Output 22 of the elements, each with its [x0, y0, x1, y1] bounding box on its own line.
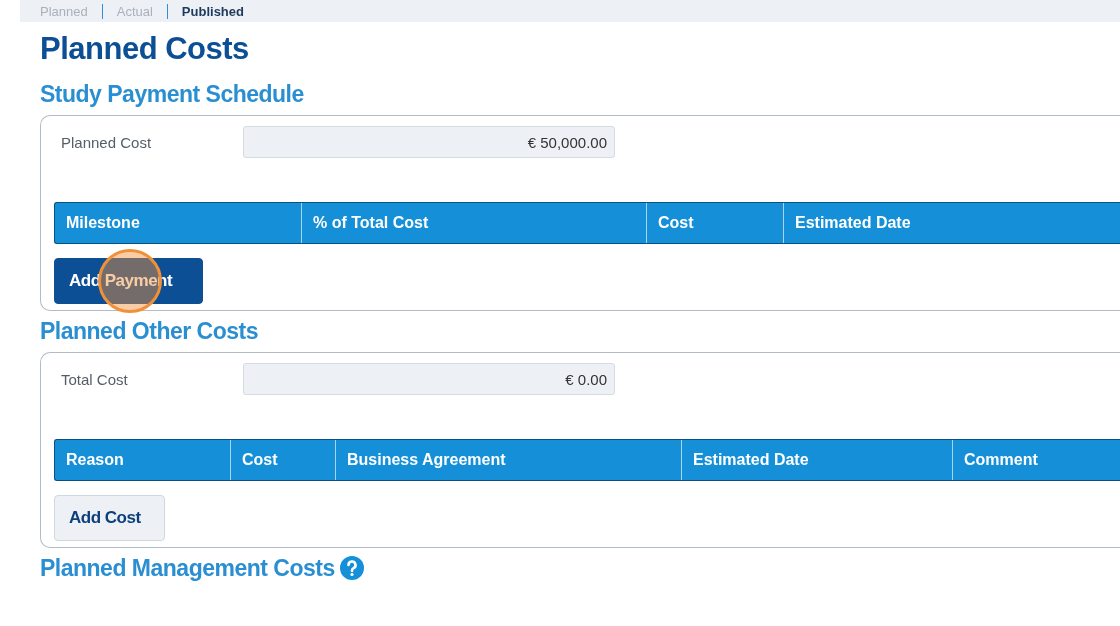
tab[interactable]: Planned: [40, 3, 102, 19]
column-header[interactable]: Milestone: [55, 203, 301, 243]
section-title: Planned Other Costs: [40, 317, 258, 346]
section-title: Planned Management Costs: [40, 554, 335, 583]
field-label: Total Cost: [61, 370, 129, 388]
field-label: Planned Cost: [61, 133, 153, 151]
page-title: Planned Costs: [40, 30, 250, 68]
column-header[interactable]: Comment: [952, 440, 1120, 480]
column-header[interactable]: Business Agreement: [335, 440, 681, 480]
tab[interactable]: Published: [166, 3, 258, 19]
tab[interactable]: Actual: [101, 3, 167, 19]
column-header[interactable]: Cost: [646, 203, 783, 243]
column-header[interactable]: Estimated Date: [681, 440, 952, 480]
help-icon[interactable]: [338, 555, 365, 581]
cost-field[interactable]: € 50,000.00: [243, 126, 615, 158]
add-button[interactable]: Add Cost: [54, 495, 165, 541]
column-header[interactable]: Reason: [55, 440, 230, 480]
column-header[interactable]: % of Total Cost: [301, 203, 646, 243]
cost-field[interactable]: € 0.00: [243, 363, 615, 395]
section-title: Study Payment Schedule: [40, 80, 304, 109]
column-header[interactable]: Estimated Date: [783, 203, 1120, 243]
column-header[interactable]: Cost: [230, 440, 335, 480]
